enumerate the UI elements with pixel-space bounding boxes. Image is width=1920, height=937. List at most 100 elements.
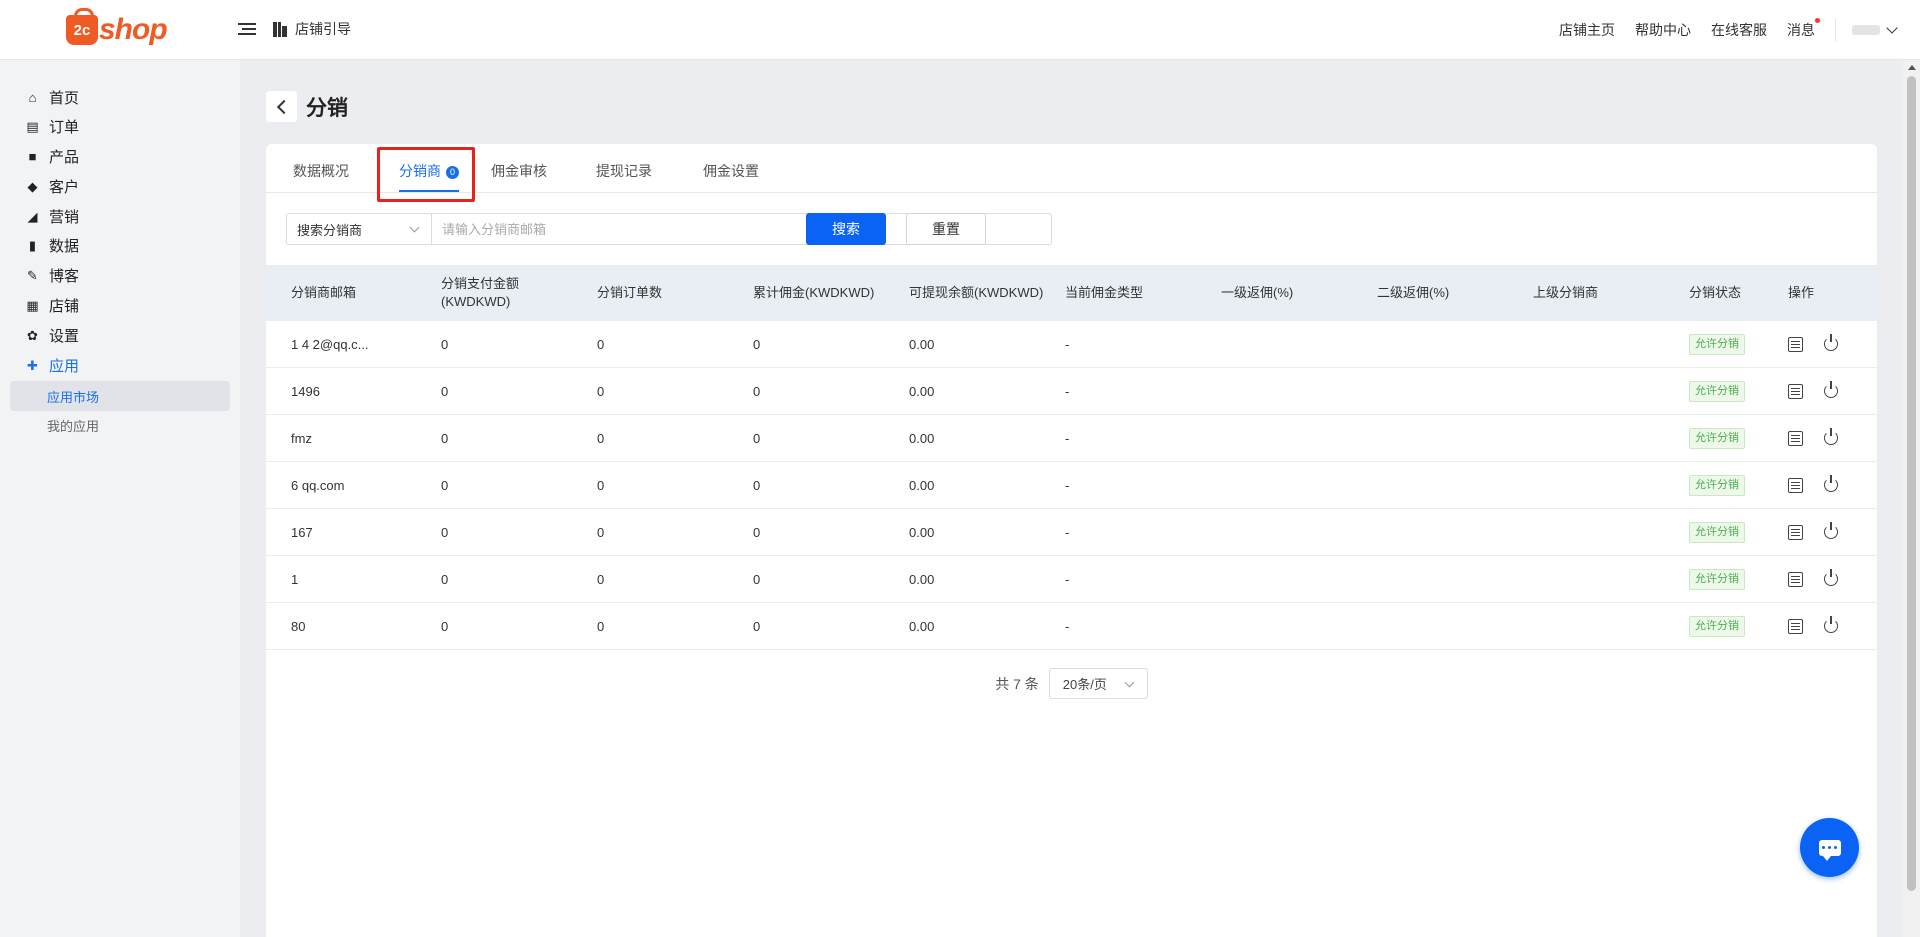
sidebar-item-store[interactable]: ▦ 店铺 <box>25 295 79 315</box>
sidebar-item-apps[interactable]: ✚ 应用 <box>25 355 79 375</box>
details-icon[interactable] <box>1788 618 1803 634</box>
reset-button[interactable]: 重置 <box>906 213 986 245</box>
scroll-thumb[interactable] <box>1907 76 1916 891</box>
power-icon[interactable] <box>1824 569 1838 586</box>
power-icon[interactable] <box>1824 616 1838 633</box>
status-badge: 允许分销 <box>1689 380 1745 402</box>
order-count-cell: 0 <box>597 618 605 634</box>
menu-toggle-icon[interactable] <box>238 20 256 38</box>
table-row: 167 0 0 0 0.00 - 允许分销 <box>266 509 1877 556</box>
help-center-link[interactable]: 帮助中心 <box>1635 20 1691 40</box>
sidebar-item-data[interactable]: ▮ 数据 <box>25 235 79 255</box>
actions-cell <box>1788 603 1838 649</box>
order-count-cell: 0 <box>597 430 605 446</box>
power-icon[interactable] <box>1824 475 1838 492</box>
scroll-up-arrow-icon[interactable] <box>1908 65 1916 70</box>
page-title: 分销 <box>306 96 348 120</box>
email-cell: 167 <box>291 524 313 540</box>
scrollbar[interactable] <box>1903 60 1920 937</box>
details-icon[interactable] <box>1788 383 1803 399</box>
page-size-select[interactable]: 20条/页 <box>1048 668 1148 699</box>
search-button[interactable]: 搜索 <box>806 213 886 245</box>
tab-distributors[interactable]: 分销商 0 <box>399 161 459 192</box>
unread-dot <box>1815 18 1820 23</box>
tab-commission-settings[interactable]: 佣金设置 <box>703 161 759 181</box>
status-badge: 允许分销 <box>1689 333 1745 355</box>
balance-cell: 0.00 <box>909 383 935 399</box>
pay-amount-cell: 0 <box>441 571 449 587</box>
details-icon[interactable] <box>1788 430 1803 446</box>
tab-commission-review[interactable]: 佣金审核 <box>491 161 547 181</box>
email-cell: 1 <box>291 571 299 587</box>
store-home-link[interactable]: 店铺主页 <box>1559 20 1615 40</box>
balance-cell: 0.00 <box>909 618 935 634</box>
chevron-down-icon <box>1886 22 1898 34</box>
chat-button[interactable] <box>1800 818 1859 877</box>
power-icon[interactable] <box>1824 334 1838 351</box>
column-header: 二级返佣(%) <box>1377 285 1450 300</box>
column-header: 分销状态 <box>1689 285 1742 300</box>
status-badge: 允许分销 <box>1689 474 1745 496</box>
balance-cell: 0.00 <box>909 430 935 446</box>
store-guide-link[interactable]: 店铺引导 <box>273 19 351 39</box>
details-icon[interactable] <box>1788 336 1803 352</box>
chart-icon: ▮ <box>28 237 37 253</box>
order-count-cell: 0 <box>597 524 605 540</box>
logo[interactable]: 2c shop <box>66 8 168 49</box>
chevron-down-icon <box>409 222 420 233</box>
sidebar-item-label: 数据 <box>49 237 80 255</box>
status-cell: 允许分销 <box>1689 368 1745 414</box>
sidebar-item-label: 订单 <box>49 118 80 136</box>
back-button[interactable] <box>266 91 297 122</box>
messages-link[interactable]: 消息 <box>1787 18 1820 40</box>
tab-label: 分销商 <box>399 163 441 179</box>
status-badge: 允许分销 <box>1689 427 1745 449</box>
sidebar-item-blog[interactable]: ✎ 博客 <box>25 265 79 285</box>
table-row: 1 0 0 0 0.00 - 允许分销 <box>266 556 1877 603</box>
top-nav: 店铺主页 帮助中心 在线客服 消息 <box>1559 0 1920 60</box>
email-cell: 80 <box>291 618 306 634</box>
column-header: 分销支付金额(KWDKWD) <box>441 276 520 309</box>
details-icon[interactable] <box>1788 571 1803 587</box>
sidebar-item-label: 设置 <box>49 327 80 345</box>
power-icon[interactable] <box>1824 381 1838 398</box>
sidebar: ⌂ 首页 ▤ 订单 ■ 产品 ◆ 客户 ◢ 营销 ▮ 数据 ✎ 博客 ▦ 店铺 ✿ 设置 ✚ 应用 … <box>0 60 240 937</box>
details-icon[interactable] <box>1788 477 1803 493</box>
pagination: 共 7 条 20条/页 <box>266 668 1877 699</box>
tab-withdrawals[interactable]: 提现记录 <box>596 161 652 181</box>
commission-cell: 0 <box>753 571 761 587</box>
search-type-value: 搜索分销商 <box>297 222 363 238</box>
balance-cell: 0.00 <box>909 336 935 352</box>
sidebar-item-products[interactable]: ■ 产品 <box>25 146 79 166</box>
power-icon[interactable] <box>1824 428 1838 445</box>
order-icon: ▤ <box>26 118 39 134</box>
search-type-select[interactable]: 搜索分销商 <box>286 213 432 245</box>
sidebar-item-label: 首页 <box>49 89 80 107</box>
details-icon[interactable] <box>1788 524 1803 540</box>
commission-type-cell: - <box>1065 618 1070 634</box>
chevron-left-icon <box>276 99 291 114</box>
tab-overview[interactable]: 数据概况 <box>293 161 349 181</box>
bag-icon: ■ <box>28 148 37 164</box>
pay-amount-cell: 0 <box>441 383 449 399</box>
commission-type-cell: - <box>1065 477 1070 493</box>
commission-cell: 0 <box>753 618 761 634</box>
power-icon[interactable] <box>1824 522 1838 539</box>
sidebar-item-home[interactable]: ⌂ 首页 <box>25 87 79 107</box>
sidebar-item-orders[interactable]: ▤ 订单 <box>25 116 79 136</box>
sidebar-subitem-app-market[interactable]: 应用市场 <box>10 381 230 411</box>
sidebar-subitem-my-apps[interactable]: 我的应用 <box>10 410 230 440</box>
email-cell: 1496 <box>291 383 320 399</box>
sidebar-item-settings[interactable]: ✿ 设置 <box>25 325 79 345</box>
user-menu[interactable] <box>1852 22 1898 35</box>
order-count-cell: 0 <box>597 336 605 352</box>
commission-type-cell: - <box>1065 383 1070 399</box>
online-service-link[interactable]: 在线客服 <box>1711 20 1767 40</box>
commission-cell: 0 <box>753 477 761 493</box>
actions-cell <box>1788 415 1838 461</box>
sidebar-item-label: 应用 <box>49 357 80 375</box>
table-row: 1496 0 0 0 0.00 - 允许分销 <box>266 368 1877 415</box>
sidebar-item-marketing[interactable]: ◢ 营销 <box>25 206 80 226</box>
sidebar-item-customers[interactable]: ◆ 客户 <box>25 176 80 196</box>
order-count-cell: 0 <box>597 477 605 493</box>
